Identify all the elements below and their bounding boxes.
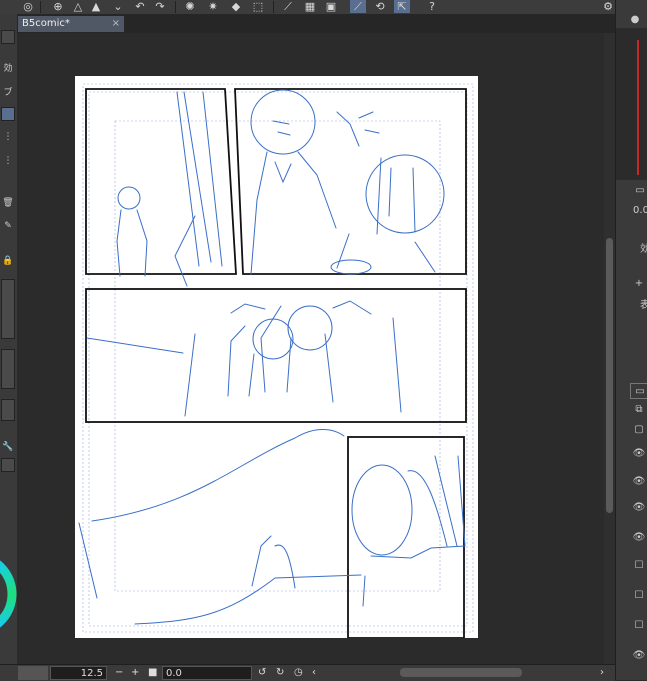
rotate-right-icon[interactable]: ↻ bbox=[276, 666, 284, 680]
property-field[interactable] bbox=[1, 399, 15, 421]
eye-icon[interactable]: 👁 bbox=[630, 530, 647, 544]
layer-icon[interactable]: ◎ bbox=[20, 0, 36, 13]
rotate-left-icon[interactable]: ↺ bbox=[258, 666, 266, 680]
angle-field[interactable]: 0.0 bbox=[162, 666, 252, 680]
edit-icon[interactable]: ✎ bbox=[0, 219, 16, 233]
transform-icon[interactable]: ⬚ bbox=[250, 0, 266, 13]
vertical-scrollbar[interactable] bbox=[604, 33, 615, 664]
zoom-in-button[interactable]: + bbox=[131, 666, 139, 680]
left-panel-label: 効 bbox=[3, 63, 13, 74]
left-tool-panel: 効 ブ ⋮ ⋮ 🗑 ✎ 🔒 🔧 bbox=[0, 14, 18, 664]
panel-toggle[interactable] bbox=[1, 30, 15, 44]
toolbar-separator bbox=[273, 1, 274, 13]
undo-icon[interactable]: ↶ bbox=[132, 0, 148, 13]
right-panel-label: L bbox=[640, 276, 647, 290]
eye-icon[interactable]: 👁 bbox=[630, 648, 647, 662]
layer-button[interactable]: ▢ bbox=[630, 422, 647, 436]
grid-icon[interactable]: ▦ bbox=[302, 0, 318, 13]
canvas-area: B5comic* × bbox=[17, 14, 615, 664]
canvas-background[interactable] bbox=[17, 33, 604, 664]
tool-slot[interactable] bbox=[1, 107, 15, 121]
manga-sketch bbox=[78, 83, 474, 639]
snap-ruler-icon[interactable]: ⇱ bbox=[394, 0, 410, 13]
layer-button[interactable]: ▭ bbox=[630, 383, 647, 399]
checkbox[interactable]: ☐ bbox=[630, 588, 647, 602]
status-bar: 12.5 − + ■ 0.0 ↺ ↻ ◷ ‹ › bbox=[0, 664, 615, 681]
horizontal-scroll-thumb[interactable] bbox=[400, 668, 522, 677]
reset-rotation-icon[interactable]: ◷ bbox=[294, 666, 303, 680]
document-tab-title: B5comic* bbox=[22, 18, 70, 29]
lasso-icon[interactable]: ⟲ bbox=[372, 0, 388, 13]
eye-icon[interactable]: 👁 bbox=[630, 474, 647, 488]
eye-icon[interactable]: 👁 bbox=[630, 500, 647, 514]
snap-icon[interactable]: ⟋ bbox=[350, 0, 366, 13]
wrench-icon[interactable]: 🔧 bbox=[0, 440, 16, 454]
red-guide-line bbox=[637, 40, 639, 175]
right-panel: ● ▭ 0.0 効 + L 表 ▭ ⧉ ▢ 👁 👁 👁 👁 ☐ ☐ ☐ 👁 bbox=[615, 0, 647, 680]
document-tab[interactable]: B5comic* × bbox=[18, 16, 124, 32]
delete-icon[interactable]: 🗑 bbox=[0, 196, 16, 210]
zoom-field[interactable]: 12.5 bbox=[50, 666, 107, 680]
eye-icon[interactable]: 👁 bbox=[630, 446, 647, 460]
manga-page[interactable] bbox=[75, 76, 478, 639]
add-layer-icon[interactable]: ⊕ bbox=[50, 0, 66, 13]
crop-icon[interactable]: ▣ bbox=[323, 0, 339, 13]
eye-icon[interactable]: ● bbox=[626, 12, 644, 26]
vertical-scroll-thumb[interactable] bbox=[606, 238, 613, 513]
gear-icon[interactable]: ✷ bbox=[205, 0, 221, 13]
fit-icon[interactable]: ■ bbox=[148, 666, 157, 680]
right-panel-label: 効 bbox=[640, 243, 647, 255]
checkbox[interactable]: ☐ bbox=[630, 618, 647, 632]
right-panel-label: 表 bbox=[640, 299, 647, 311]
fill-icon[interactable]: ▲ bbox=[88, 0, 104, 13]
settings-small-icon[interactable]: ⚙ bbox=[600, 0, 616, 13]
scroll-left-icon[interactable]: ‹ bbox=[312, 666, 316, 680]
tool-item[interactable]: ⋮ bbox=[0, 154, 16, 168]
close-icon[interactable]: × bbox=[112, 16, 120, 32]
checkbox[interactable]: ☐ bbox=[630, 558, 647, 572]
toolbar-separator bbox=[40, 1, 41, 13]
tool-item[interactable]: ⋮ bbox=[0, 130, 16, 144]
property-field[interactable] bbox=[1, 349, 15, 389]
lock-icon[interactable]: 🔒 bbox=[0, 254, 16, 268]
top-toolbar: ◎ ⊕ △ ▲ ⌄ ↶ ↷ ✺ ✷ ◆ ⬚ ⟋ ▦ ▣ ⟋ ⟲ ⇱ ? ⚙ bbox=[0, 0, 647, 15]
loading-icon[interactable]: ✺ bbox=[182, 0, 198, 13]
color-wheel[interactable] bbox=[0, 534, 18, 654]
layer-button[interactable]: ⧉ bbox=[630, 402, 647, 416]
zoom-slider[interactable] bbox=[18, 666, 48, 680]
chevron-down-icon[interactable]: ⌄ bbox=[110, 0, 126, 13]
navigator-area bbox=[616, 28, 647, 180]
panel-button[interactable]: ▭ bbox=[631, 183, 647, 197]
redo-icon[interactable]: ↷ bbox=[152, 0, 168, 13]
toolbar-separator bbox=[175, 1, 176, 13]
right-panel-value: 0.0 bbox=[633, 204, 647, 216]
scroll-right-icon[interactable]: › bbox=[600, 666, 604, 680]
warning-icon[interactable]: △ bbox=[70, 0, 86, 13]
help-icon[interactable]: ? bbox=[424, 0, 440, 13]
dropdown-field[interactable] bbox=[1, 458, 15, 472]
property-field[interactable] bbox=[1, 279, 15, 339]
left-panel-label: ブ bbox=[3, 87, 13, 98]
ruler-icon[interactable]: ⟋ bbox=[280, 0, 296, 13]
zoom-out-button[interactable]: − bbox=[115, 666, 123, 680]
brush-icon[interactable]: ◆ bbox=[228, 0, 244, 13]
